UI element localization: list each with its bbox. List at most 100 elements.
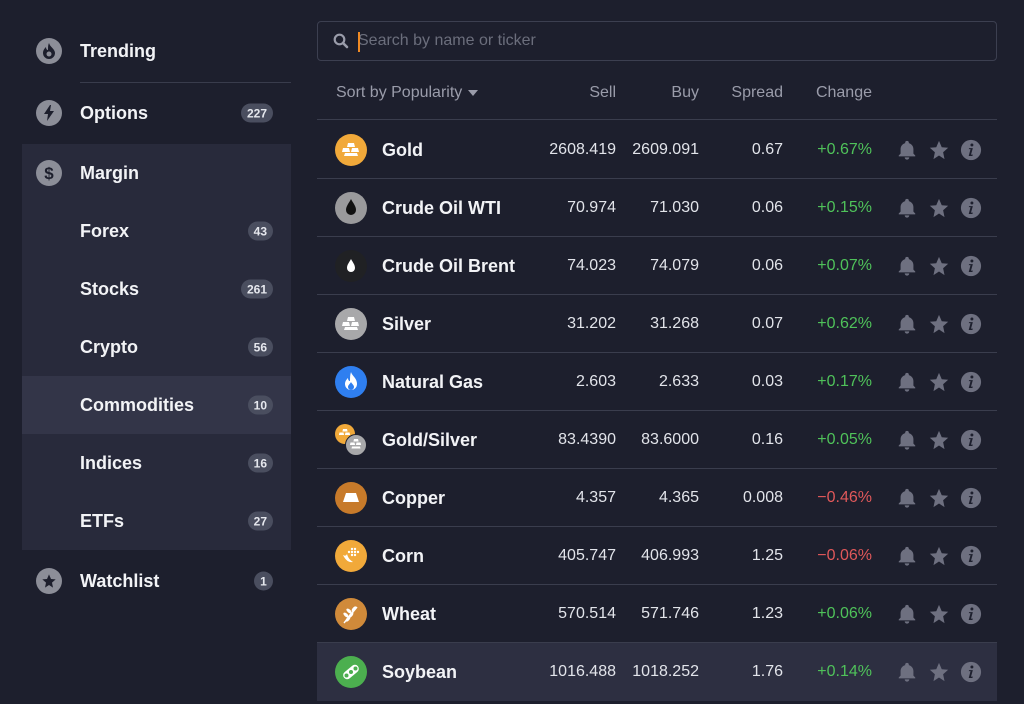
- sell-price[interactable]: 405.747: [558, 547, 616, 565]
- column-header-sell[interactable]: Sell: [589, 84, 616, 102]
- sidebar-item-options[interactable]: Options 227: [22, 82, 291, 144]
- sell-price[interactable]: 31.202: [567, 315, 616, 333]
- sidebar-item-margin[interactable]: $ Margin: [22, 144, 291, 202]
- buy-price[interactable]: 74.079: [650, 257, 699, 275]
- gold-silver-icon: [335, 424, 367, 456]
- sidebar-item-label: Margin: [80, 162, 140, 183]
- star-icon[interactable]: [928, 197, 950, 219]
- bell-icon[interactable]: [896, 313, 918, 335]
- bell-icon[interactable]: [896, 661, 918, 683]
- bell-icon[interactable]: [896, 139, 918, 161]
- sell-price[interactable]: 4.357: [576, 489, 616, 507]
- star-icon[interactable]: [928, 371, 950, 393]
- bell-icon[interactable]: [896, 371, 918, 393]
- bell-icon[interactable]: [896, 429, 918, 451]
- sidebar-item-commodities[interactable]: Commodities 10: [22, 376, 291, 434]
- sell-price[interactable]: 2.603: [576, 373, 616, 391]
- sidebar-item-etfs[interactable]: ETFs 27: [22, 492, 291, 550]
- sell-price[interactable]: 83.4390: [558, 431, 616, 449]
- star-icon[interactable]: [928, 255, 950, 277]
- flame-icon: [335, 366, 367, 398]
- bell-icon[interactable]: [896, 255, 918, 277]
- table-row[interactable]: Natural Gas 2.603 2.633 0.03 +0.17%: [317, 353, 997, 411]
- change-value: +0.06%: [817, 605, 872, 622]
- star-icon[interactable]: [928, 139, 950, 161]
- instrument-name: Crude Oil WTI: [382, 198, 501, 218]
- table-row[interactable]: Gold 2608.419 2609.091 0.67 +0.67%: [317, 121, 997, 179]
- star-icon[interactable]: [928, 429, 950, 451]
- search-input[interactable]: [358, 22, 978, 60]
- change-value: +0.07%: [817, 257, 872, 274]
- star-icon[interactable]: [928, 603, 950, 625]
- info-icon[interactable]: [960, 487, 982, 509]
- copper-bar-icon: [335, 482, 367, 514]
- info-icon[interactable]: [960, 255, 982, 277]
- info-icon[interactable]: [960, 371, 982, 393]
- sidebar-item-indices[interactable]: Indices 16: [22, 434, 291, 492]
- table-row[interactable]: Crude Oil WTI 70.974 71.030 0.06 +0.15%: [317, 179, 997, 237]
- info-icon[interactable]: [960, 603, 982, 625]
- info-icon[interactable]: [960, 545, 982, 567]
- sell-price[interactable]: 74.023: [567, 257, 616, 275]
- count-badge: 56: [247, 337, 273, 357]
- buy-price[interactable]: 2609.091: [632, 141, 699, 159]
- table-row[interactable]: Wheat 570.514 571.746 1.23 +0.06%: [317, 585, 997, 643]
- sidebar-item-forex[interactable]: Forex 43: [22, 202, 291, 260]
- buy-price[interactable]: 406.993: [641, 547, 699, 565]
- star-icon[interactable]: [928, 313, 950, 335]
- buy-price[interactable]: 71.030: [650, 199, 699, 217]
- silver-bars-icon: [335, 308, 367, 340]
- oil-drop-icon: [335, 192, 367, 224]
- column-header-buy[interactable]: Buy: [671, 84, 699, 102]
- info-icon[interactable]: [960, 197, 982, 219]
- info-icon[interactable]: [960, 661, 982, 683]
- change-value: +0.17%: [817, 373, 872, 390]
- column-header-spread[interactable]: Spread: [731, 84, 783, 102]
- table-row[interactable]: Copper 4.357 4.365 0.008 −0.46%: [317, 469, 997, 527]
- buy-price[interactable]: 1018.252: [632, 663, 699, 681]
- sell-price[interactable]: 570.514: [558, 605, 616, 623]
- sidebar-item-crypto[interactable]: Crypto 56: [22, 318, 291, 376]
- buy-price[interactable]: 571.746: [641, 605, 699, 623]
- table-row[interactable]: Crude Oil Brent 74.023 74.079 0.06 +0.07%: [317, 237, 997, 295]
- bell-icon[interactable]: [896, 603, 918, 625]
- bell-icon[interactable]: [896, 197, 918, 219]
- buy-price[interactable]: 83.6000: [641, 431, 699, 449]
- sell-price[interactable]: 2608.419: [549, 141, 616, 159]
- gold-bars-icon: [335, 134, 367, 166]
- star-icon[interactable]: [928, 487, 950, 509]
- info-icon[interactable]: [960, 139, 982, 161]
- buy-price[interactable]: 31.268: [650, 315, 699, 333]
- sidebar-item-watchlist[interactable]: Watchlist 1: [22, 550, 291, 612]
- instrument-name: Gold/Silver: [382, 430, 478, 450]
- table-row[interactable]: Gold/Silver 83.4390 83.6000 0.16 +0.05%: [317, 411, 997, 469]
- change-value: +0.15%: [817, 199, 872, 216]
- flame-icon: [36, 38, 62, 64]
- sort-label: Sort by Popularity: [336, 84, 463, 101]
- bell-icon[interactable]: [896, 487, 918, 509]
- sidebar-item-stocks[interactable]: Stocks 261: [22, 260, 291, 318]
- sell-price[interactable]: 1016.488: [549, 663, 616, 681]
- star-icon[interactable]: [928, 661, 950, 683]
- sort-dropdown[interactable]: Sort by Popularity: [336, 84, 479, 102]
- table-row[interactable]: Corn 405.747 406.993 1.25 −0.06%: [317, 527, 997, 585]
- sidebar-item-label: Stocks: [80, 278, 140, 299]
- buy-price[interactable]: 2.633: [659, 373, 699, 391]
- bell-icon[interactable]: [896, 545, 918, 567]
- info-icon[interactable]: [960, 429, 982, 451]
- spread-value: 1.25: [751, 547, 783, 564]
- star-icon[interactable]: [928, 545, 950, 567]
- sidebar-item-trending[interactable]: Trending: [22, 20, 291, 82]
- spread-value: 1.23: [751, 605, 783, 622]
- sidebar-item-label: ETFs: [80, 510, 125, 531]
- table-row[interactable]: Silver 31.202 31.268 0.07 +0.62%: [317, 295, 997, 353]
- info-icon[interactable]: [960, 313, 982, 335]
- sell-price[interactable]: 70.974: [567, 199, 616, 217]
- table-header: Sort by Popularity Sell Buy Spread Chang…: [317, 70, 997, 120]
- buy-price[interactable]: 4.365: [659, 489, 699, 507]
- sidebar: Trending Options 227 $ Margin Forex 43 S…: [22, 20, 291, 612]
- column-header-change[interactable]: Change: [816, 84, 872, 102]
- instrument-name: Crude Oil Brent: [382, 256, 516, 276]
- change-value: −0.06%: [817, 547, 872, 564]
- table-row[interactable]: Soybean 1016.488 1018.252 1.76 +0.14%: [317, 643, 997, 701]
